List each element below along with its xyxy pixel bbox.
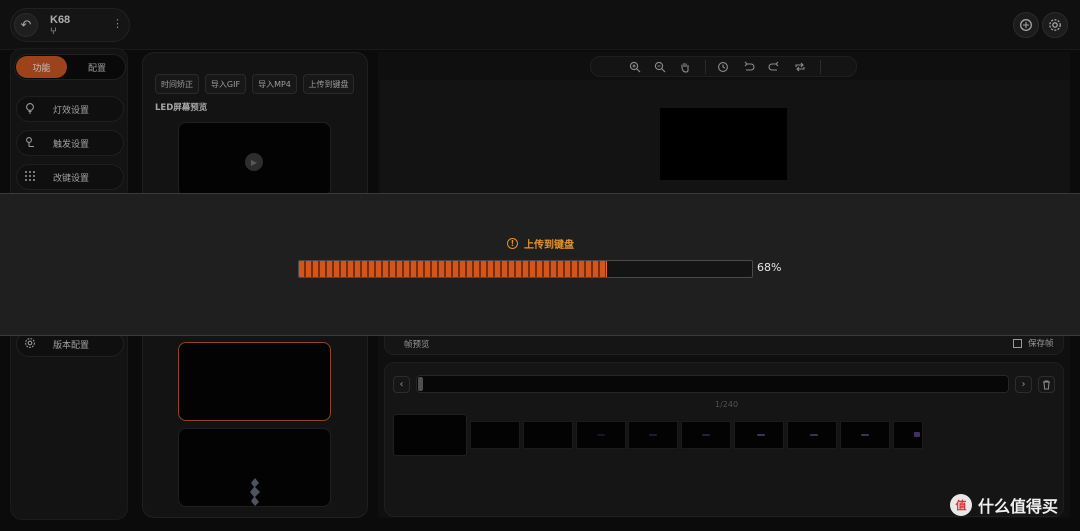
modal-backdrop bbox=[0, 0, 1080, 193]
upload-progress-track bbox=[298, 260, 753, 278]
watermark: 值 什么值得买 bbox=[950, 493, 1058, 517]
watermark-logo: 值 bbox=[950, 494, 972, 516]
warning-icon: ! bbox=[507, 238, 518, 249]
upload-progress-percent: 68% bbox=[757, 261, 782, 274]
upload-modal-title: ! 上传到键盘 bbox=[507, 236, 574, 251]
watermark-text: 什么值得买 bbox=[978, 497, 1059, 516]
upload-modal-title-text: 上传到键盘 bbox=[524, 240, 574, 251]
upload-progress-fill bbox=[299, 261, 608, 277]
modal-backdrop bbox=[0, 336, 1080, 531]
